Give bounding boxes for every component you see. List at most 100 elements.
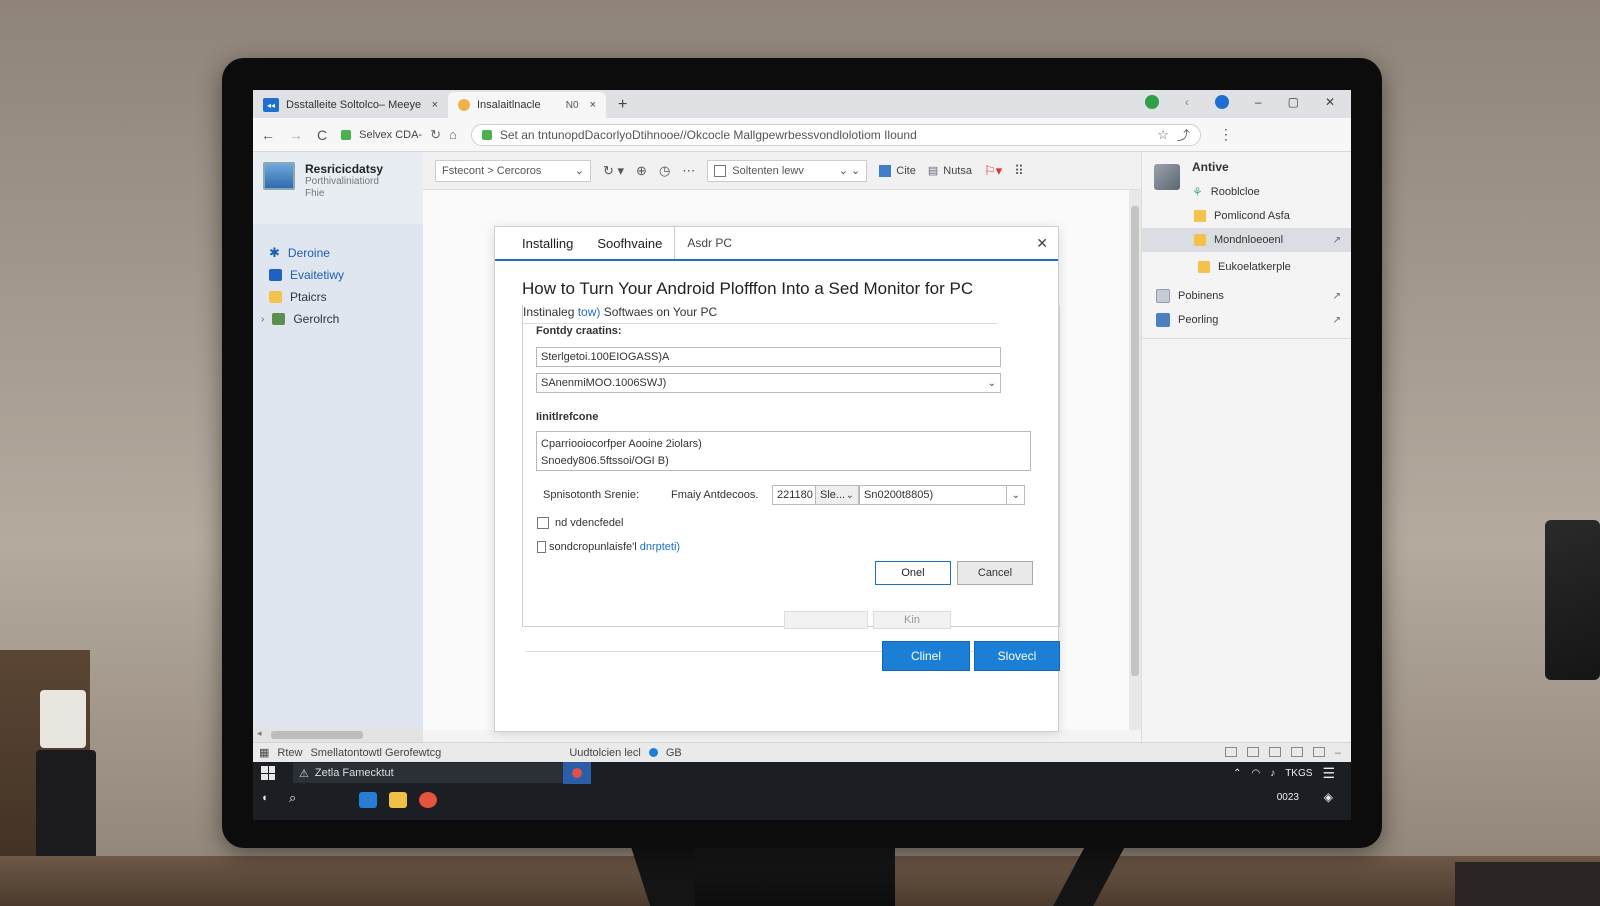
- scrollbar-thumb[interactable]: [1131, 206, 1139, 676]
- history-icon[interactable]: ◷: [659, 163, 670, 179]
- unit-select[interactable]: Sle... ⌄: [815, 485, 859, 505]
- scrollbar-thumb[interactable]: [271, 731, 363, 739]
- taskbar-active-app[interactable]: [563, 762, 591, 784]
- checkbox[interactable]: [537, 541, 546, 553]
- close-window-button[interactable]: ✕: [1325, 95, 1335, 109]
- folder-icon: [269, 291, 282, 303]
- tab-close-icon[interactable]: ×: [432, 99, 438, 111]
- menu-icon[interactable]: ⋮: [1219, 126, 1233, 143]
- browser-tab-1[interactable]: ◂◂ Dsstalleite Soltolco– Meeye ×: [253, 92, 448, 118]
- version-select[interactable]: SAnenmiMOO.1006SWJ) ⌄: [536, 373, 1001, 393]
- edge-icon[interactable]: [359, 792, 377, 808]
- chevron-right-icon[interactable]: ›: [261, 314, 264, 325]
- maximize-button[interactable]: ▢: [1288, 95, 1299, 109]
- url-bar[interactable]: Set an tntunopdDacorlyoDtihnooe//Okcocle…: [470, 123, 1201, 146]
- right-item-rooblcloe[interactable]: ⚘ Rooblcloe: [1142, 180, 1351, 204]
- checkbox[interactable]: [537, 517, 549, 529]
- star-icon[interactable]: ☆: [1157, 127, 1169, 143]
- dialog-close-button[interactable]: ✕: [1026, 227, 1058, 259]
- more-icon[interactable]: –: [1335, 747, 1341, 759]
- value-select[interactable]: Sn0200t8805) ⌄: [859, 485, 1025, 505]
- tray-chevron-up-icon[interactable]: ⌃: [1233, 768, 1241, 779]
- sidebar-item-deroine[interactable]: ✱ Deroine: [253, 242, 423, 264]
- breadcrumb-dropdown[interactable]: Fstecont > Cercoros ⌄: [435, 159, 591, 182]
- tab-installing[interactable]: Installing: [495, 227, 585, 259]
- ok-button[interactable]: Onel: [875, 561, 951, 585]
- reload-button[interactable]: C: [317, 127, 327, 143]
- file-explorer-icon[interactable]: [389, 792, 407, 808]
- nutsa-button[interactable]: ▤ Nutsa: [928, 164, 972, 178]
- background-mug: [40, 690, 86, 748]
- number-input[interactable]: 221180: [772, 485, 816, 505]
- redo-icon[interactable]: ↻ ▾: [603, 163, 624, 179]
- browser-tab-2[interactable]: Insalaitlnacle N0 ×: [448, 92, 606, 118]
- large-icon-view-icon[interactable]: [1290, 746, 1303, 757]
- subheading-link[interactable]: tow): [578, 305, 601, 319]
- flag-icon[interactable]: ⚐▾: [984, 163, 1002, 179]
- tab-path[interactable]: Asdr PC: [675, 227, 744, 259]
- sidebar-item-gerolrch[interactable]: › Gerolrch: [253, 308, 423, 330]
- new-tab-button[interactable]: +: [606, 96, 639, 118]
- refresh-icon[interactable]: ↻: [430, 127, 441, 143]
- profile-icon[interactable]: [1144, 95, 1159, 109]
- vertical-scrollbar[interactable]: [1129, 190, 1141, 730]
- cite-button[interactable]: Cite: [879, 164, 916, 177]
- wifi-icon[interactable]: ◠: [1251, 768, 1260, 779]
- more-icon[interactable]: ⋯: [682, 163, 695, 179]
- minimize-button[interactable]: –: [1255, 95, 1262, 109]
- url-text: Set an tntunopdDacorlyoDtihnooe//Okcocle…: [499, 127, 917, 142]
- tab-close-icon[interactable]: ×: [590, 99, 596, 111]
- saved-blue-button[interactable]: Slovecl: [974, 641, 1060, 671]
- checkbox-option-2[interactable]: sondcropunlaisfe'l dnrpteti): [537, 541, 680, 553]
- pin-icon[interactable]: ↗: [1333, 235, 1341, 246]
- site-chip[interactable]: Selvex CDA- ↻ ⌂: [341, 127, 457, 143]
- notification-icon[interactable]: ☰: [1322, 765, 1335, 782]
- search-icon[interactable]: ⊕: [636, 163, 647, 179]
- right-item-mondnloeoenl[interactable]: Mondnloeoenl ↗: [1142, 228, 1351, 252]
- details-view-icon[interactable]: [1224, 746, 1237, 757]
- share-icon[interactable]: ⤴: [1177, 125, 1190, 144]
- path-input[interactable]: Sterlgetoi.100EIOGASS)A: [536, 347, 1001, 367]
- sidebar-item-evaitetiwy[interactable]: Evaitetiwy: [253, 264, 423, 286]
- scroll-left-icon[interactable]: ◂: [257, 728, 262, 739]
- arrow-icon[interactable]: ‹: [1185, 95, 1189, 109]
- right-item-peorling[interactable]: Peorling ↗: [1142, 308, 1351, 332]
- taskbar-search[interactable]: ⚠ Zetla Famecktut: [293, 763, 563, 783]
- checkbox-option-1[interactable]: nd vdencfedel: [537, 517, 624, 529]
- drive-icon: [272, 313, 286, 325]
- taskbar-time: TKGS: [1285, 767, 1313, 779]
- close-blue-button[interactable]: Clinel: [882, 641, 970, 671]
- right-item-eukoelatkerple[interactable]: Eukoelatkerple: [1142, 252, 1351, 282]
- check-icon: [269, 269, 282, 281]
- checkbox-link[interactable]: dnrpteti): [640, 541, 680, 553]
- tab-software[interactable]: Soofhvaine: [585, 227, 676, 259]
- cancel-button[interactable]: Cancel: [957, 561, 1033, 585]
- chrome-icon[interactable]: [419, 792, 437, 808]
- account-icon[interactable]: [1214, 95, 1229, 109]
- list-view-icon[interactable]: [1246, 746, 1259, 757]
- right-item-pomlicond[interactable]: Pomlicond Asfa: [1142, 204, 1351, 228]
- start-dot-icon[interactable]: ◖: [261, 792, 268, 804]
- kin-button: Kin: [873, 611, 951, 629]
- screen: ◂◂ Dsstalleite Soltolco– Meeye × Insalai…: [253, 90, 1351, 820]
- sidebar-item-label: Ptaicrs: [290, 290, 327, 304]
- info-textarea[interactable]: Cparriooiocorfper Aooine 2iolars) Snoedy…: [536, 431, 1031, 471]
- tiles-view-icon[interactable]: [1268, 746, 1281, 757]
- windows-start-icon[interactable]: [261, 766, 275, 780]
- content-view-icon[interactable]: [1312, 746, 1325, 757]
- forward-button[interactable]: →: [289, 127, 303, 143]
- volume-icon[interactable]: ♪: [1270, 768, 1275, 779]
- home-icon[interactable]: ⌂: [449, 127, 457, 142]
- monitor-stand: [695, 843, 895, 906]
- pin-icon[interactable]: ↗: [1333, 291, 1341, 302]
- back-button[interactable]: ←: [261, 127, 275, 143]
- sidebar-item-ptaicrs[interactable]: Ptaicrs: [253, 286, 423, 308]
- pin-icon[interactable]: ↗: [1333, 315, 1341, 326]
- notification-bell-icon[interactable]: ◈: [1324, 790, 1333, 804]
- apps-grid-icon[interactable]: ⠿: [1014, 163, 1024, 179]
- horizontal-scrollbar[interactable]: ◂: [253, 728, 423, 742]
- right-item-pobinens[interactable]: Pobinens ↗: [1142, 284, 1351, 308]
- search-icon[interactable]: ⌕: [289, 790, 296, 806]
- view-dropdown[interactable]: Soltenten lewv ⌄ ⌄: [707, 159, 868, 182]
- cite-label: Cite: [896, 164, 916, 177]
